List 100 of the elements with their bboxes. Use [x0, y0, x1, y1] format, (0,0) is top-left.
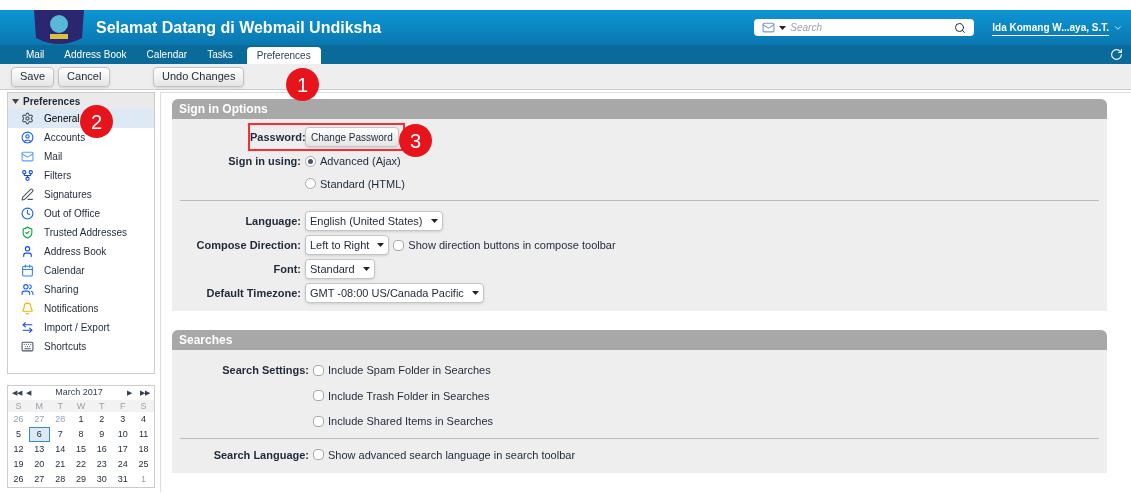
sidebar-item[interactable]: Notifications [21, 299, 99, 318]
checkbox[interactable] [313, 364, 324, 376]
shield-icon [21, 226, 34, 239]
calendar-day[interactable]: 6 [28, 427, 50, 442]
checkbox[interactable] [313, 415, 324, 427]
search-icon [954, 21, 967, 34]
app-tab[interactable]: Address Book [54, 45, 137, 64]
sidebar-item[interactable]: Sharing [21, 280, 79, 299]
calendar-day[interactable]: 1 [70, 412, 92, 427]
sidebar-item[interactable]: Filters [21, 166, 72, 185]
app-tab[interactable]: Calendar [136, 45, 198, 64]
checkbox[interactable] [313, 390, 324, 402]
sidebar-item[interactable]: Import / Export [21, 318, 110, 337]
calendar-icon [21, 264, 34, 277]
calendar-day[interactable]: 28 [49, 472, 71, 487]
section-header: Sign in Options [172, 99, 1107, 119]
pen-icon [21, 188, 34, 201]
calendar-day[interactable]: 17 [112, 442, 134, 457]
calendar-day[interactable]: 5 [8, 427, 29, 442]
checkbox-label: Show direction buttons in compose toolbar [408, 237, 616, 253]
change-password-button[interactable]: Change Password [305, 127, 399, 147]
calendar-day[interactable]: 12 [8, 442, 29, 457]
dropdown[interactable]: Left to Right [305, 235, 390, 255]
weekday-label: S [139, 400, 148, 413]
calendar-day[interactable]: 25 [133, 457, 154, 472]
calendar-day[interactable]: 18 [133, 442, 154, 457]
triangle-icon[interactable] [12, 97, 19, 105]
checkbox-label: Include Shared Items in Searches [328, 414, 494, 429]
calendar-day[interactable]: 29 [70, 472, 92, 487]
calendar-day[interactable]: 27 [28, 472, 50, 487]
calendar-day[interactable]: 14 [49, 442, 71, 457]
person-icon [21, 245, 34, 258]
app-tab[interactable]: Tasks [197, 45, 243, 64]
search-field[interactable]: Search [754, 19, 975, 36]
checkbox[interactable] [313, 449, 324, 461]
calendar-day[interactable]: 24 [112, 457, 134, 472]
calendar-day[interactable]: 31 [112, 472, 134, 487]
calendar-day[interactable]: 13 [28, 442, 50, 457]
sidebar-item[interactable]: Trusted Addresses [21, 223, 127, 242]
radio-button[interactable] [305, 155, 316, 167]
calendar-day[interactable]: 3 [112, 412, 134, 427]
toolbar-button[interactable]: Cancel [58, 66, 111, 87]
keyboard-icon [21, 340, 34, 353]
weekday-label: S [14, 400, 23, 413]
weekday-label: M [34, 400, 44, 413]
sidebar-item[interactable]: Signatures [21, 185, 92, 204]
weekday-label: T [56, 400, 64, 413]
sidebar-item[interactable]: Mail [21, 147, 63, 166]
checkbox-label: Include Trash Folder in Searches [328, 388, 490, 404]
field-label: Search Settings: [221, 363, 310, 378]
sidebar-item[interactable]: Accounts [21, 128, 86, 147]
weekday-label: F [118, 400, 127, 413]
calendar-day[interactable]: 11 [133, 427, 154, 442]
dropdown[interactable]: English (United States) [305, 211, 443, 231]
search-input[interactable]: Search [790, 20, 951, 35]
calendar-day[interactable]: 9 [91, 427, 113, 442]
calendar-day[interactable]: 30 [91, 472, 113, 487]
checkbox-label: Show advanced search language in search toolbar [328, 447, 576, 463]
calendar-day[interactable]: 21 [49, 457, 71, 472]
sidebar-item[interactable]: General [21, 109, 80, 128]
dropdown[interactable]: Standard [305, 259, 375, 279]
calendar-day[interactable]: 7 [49, 427, 71, 442]
calendar-month: March 2017 [54, 386, 104, 400]
sidebar-item[interactable]: Shortcuts [21, 337, 87, 356]
sidebar-item[interactable]: Address Book [21, 242, 107, 261]
toolbar-button[interactable]: Save [11, 66, 55, 87]
caret-icon [377, 243, 385, 247]
field-label: Language: [244, 213, 302, 229]
gear-icon [21, 112, 34, 125]
calendar-day[interactable]: 2 [91, 412, 113, 427]
sidebar-heading: Preferences [23, 94, 81, 109]
field-label: Compose Direction: [195, 237, 302, 253]
calendar-day[interactable]: 19 [8, 457, 29, 472]
calendar-day[interactable]: 10 [112, 427, 134, 442]
caret-icon [779, 25, 787, 30]
app-tab[interactable]: Mail [16, 45, 55, 64]
calendar-day[interactable]: 15 [70, 442, 92, 457]
user-menu[interactable]: Ida Komang W...aya, S.T. [992, 19, 1109, 36]
calendar-day[interactable]: 8 [70, 427, 92, 442]
app-tab[interactable]: Preferences [246, 47, 321, 64]
calendar-day[interactable]: 4 [133, 412, 154, 427]
people-icon [21, 283, 34, 296]
bell-icon [21, 302, 34, 315]
radio-button[interactable] [305, 178, 316, 190]
calendar-day[interactable]: 16 [91, 442, 113, 457]
sidebar-item[interactable]: Calendar [21, 261, 85, 280]
fork-icon [21, 169, 34, 182]
calendar-day[interactable]: 22 [70, 457, 92, 472]
app-title: Selamat Datang di Webmail Undiksha [96, 17, 382, 38]
calendar-day[interactable]: 23 [91, 457, 113, 472]
calendar-day[interactable]: 26 [8, 472, 29, 487]
sidebar-item[interactable]: Out of Office [21, 204, 100, 223]
calendar-day[interactable]: 20 [28, 457, 50, 472]
field-label: Font: [272, 261, 302, 277]
dropdown[interactable]: GMT -08:00 US/Canada Pacific [305, 283, 484, 303]
checkbox[interactable] [393, 239, 405, 251]
radio-label: Standard (HTML) [320, 176, 405, 192]
toolbar-button[interactable]: Undo Changes [153, 66, 245, 87]
caret-icon [471, 291, 479, 295]
section-header: Searches [172, 330, 1107, 350]
